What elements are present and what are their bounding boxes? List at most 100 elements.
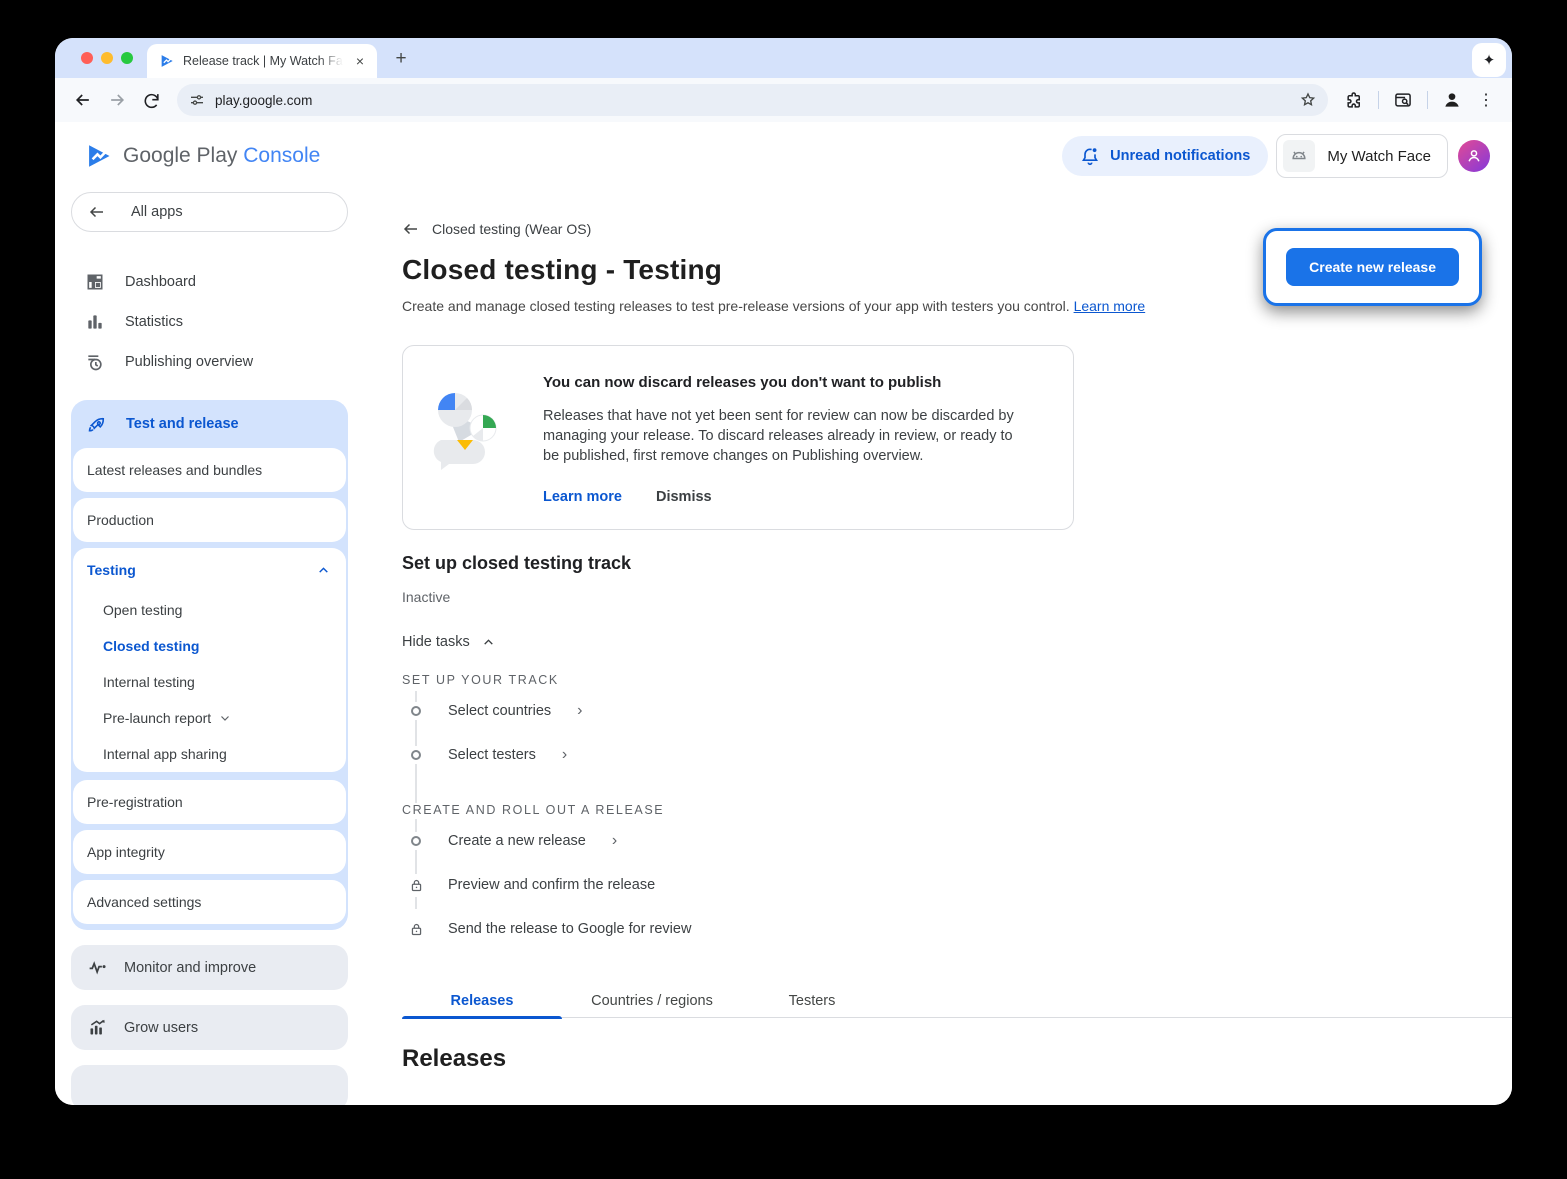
search-tabs-icon[interactable] [1389, 86, 1417, 114]
profile-icon[interactable] [1438, 86, 1466, 114]
section-label-create-release: CREATE AND ROLL OUT A RELEASE [402, 803, 676, 819]
growth-chart-icon [87, 1017, 108, 1038]
page-content: All apps Dashboard Statistics Publishing… [55, 190, 1512, 1105]
create-new-release-button[interactable]: Create new release [1286, 248, 1459, 286]
sidebar-item-testing[interactable]: Testing [73, 548, 346, 592]
releases-heading: Releases [402, 1045, 1478, 1073]
rocket-icon [87, 414, 108, 435]
sidebar-item-production[interactable]: Production [73, 498, 346, 542]
sidebar-item-monitor-and-improve[interactable]: Monitor and improve [71, 945, 348, 990]
forward-icon[interactable] [103, 86, 131, 114]
browser-toolbar: play.google.com ⋮ [55, 78, 1512, 122]
step-circle-icon [408, 746, 424, 764]
sidebar-item-closed-testing[interactable]: Closed testing [73, 628, 346, 664]
notice-body: Releases that have not yet been sent for… [543, 406, 1025, 466]
sidebar-item-internal-testing[interactable]: Internal testing [73, 664, 346, 700]
chevron-up-icon [317, 564, 330, 577]
chevron-right-icon: › [577, 702, 582, 720]
sidebar-item-latest-releases[interactable]: Latest releases and bundles [73, 448, 346, 492]
window-controls [81, 52, 133, 64]
maximize-window-button[interactable] [121, 52, 133, 64]
sidebar-item-open-testing[interactable]: Open testing [73, 592, 346, 628]
abstract-bubbles-illustration [431, 368, 503, 505]
notification-bell-icon [1080, 146, 1100, 166]
testing-card: Testing Open testing Closed testing Inte… [73, 548, 346, 772]
sidebar-item-statistics[interactable]: Statistics [71, 302, 364, 342]
step-select-countries[interactable]: Select countries › [402, 689, 1478, 733]
chevron-right-icon: › [612, 832, 617, 850]
play-console-logo-icon [85, 142, 113, 170]
close-tab-icon[interactable]: × [351, 52, 369, 70]
play-console-logo[interactable]: Google Play Console [85, 142, 320, 170]
minimize-window-button[interactable] [101, 52, 113, 64]
notice-learn-more-link[interactable]: Learn more [543, 489, 622, 505]
pulse-icon [87, 957, 108, 978]
statistics-icon [85, 312, 105, 332]
test-and-release-section: Test and release Latest releases and bun… [71, 400, 348, 930]
chevron-down-icon [219, 712, 231, 724]
sidebar-item-internal-app-sharing[interactable]: Internal app sharing [73, 736, 346, 772]
tab-testers[interactable]: Testers [742, 983, 882, 1018]
create-release-highlight: Create new release [1263, 228, 1482, 306]
lock-icon [408, 874, 424, 897]
tab-countries-regions[interactable]: Countries / regions [562, 983, 742, 1018]
back-arrow-icon [88, 203, 106, 221]
sidebar-item-publishing-overview[interactable]: Publishing overview [71, 342, 364, 382]
extensions-icon[interactable] [1340, 86, 1368, 114]
setup-timeline: SET UP YOUR TRACK Select countries › Sel… [402, 671, 1478, 951]
new-tab-button[interactable]: + [389, 47, 413, 71]
app-switcher-button[interactable]: My Watch Face [1276, 134, 1448, 178]
publishing-overview-icon [85, 352, 105, 372]
url-text[interactable]: play.google.com [215, 93, 1284, 108]
notice-content: You can now discard releases you don't w… [543, 368, 1025, 505]
learn-more-link[interactable]: Learn more [1074, 298, 1146, 314]
unread-notifications-button[interactable]: Unread notifications [1062, 136, 1268, 176]
sidebar-item-partial[interactable] [71, 1065, 348, 1105]
site-settings-icon[interactable] [189, 92, 205, 108]
sidebar-item-dashboard[interactable]: Dashboard [71, 262, 364, 302]
step-preview-release: Preview and confirm the release [402, 863, 1478, 907]
main-panel: Closed testing (Wear OS) Closed testing … [364, 190, 1512, 1105]
step-select-testers[interactable]: Select testers › [402, 733, 1478, 777]
dashboard-icon [85, 272, 105, 292]
address-bar[interactable]: play.google.com [177, 84, 1328, 116]
step-create-new-release[interactable]: Create a new release › [402, 819, 1478, 863]
notice-title: You can now discard releases you don't w… [543, 374, 1025, 391]
browser-menu-icon[interactable]: ⋮ [1472, 86, 1500, 114]
close-window-button[interactable] [81, 52, 93, 64]
android-icon [1283, 140, 1315, 172]
reload-icon[interactable] [137, 86, 165, 114]
notice-dismiss-button[interactable]: Dismiss [656, 489, 712, 505]
chevron-right-icon: › [562, 746, 567, 764]
sidebar-item-pre-registration[interactable]: Pre-registration [73, 780, 346, 824]
tab-releases[interactable]: Releases [402, 983, 562, 1018]
track-setup-heading: Set up closed testing track [402, 553, 1478, 575]
step-send-for-review: Send the release to Google for review [402, 907, 1478, 951]
browser-window: Release track | My Watch Fac × + ✦ play.… [55, 38, 1512, 1105]
bookmark-star-icon[interactable] [1294, 86, 1322, 114]
play-console-header: Google Play Console Unread notifications… [55, 122, 1512, 190]
sidebar-item-pre-launch-report[interactable]: Pre-launch report [73, 700, 346, 736]
discard-releases-card: You can now discard releases you don't w… [402, 345, 1074, 530]
tab-title: Release track | My Watch Fac [183, 54, 343, 68]
back-icon[interactable] [69, 86, 97, 114]
sparkle-icon[interactable]: ✦ [1472, 43, 1506, 77]
account-avatar[interactable] [1458, 140, 1490, 172]
sidebar-item-advanced-settings[interactable]: Advanced settings [73, 880, 346, 924]
hide-tasks-toggle[interactable]: Hide tasks [402, 633, 495, 651]
sidebar-item-grow-users[interactable]: Grow users [71, 1005, 348, 1050]
sidebar: All apps Dashboard Statistics Publishing… [55, 190, 364, 1105]
all-apps-button[interactable]: All apps [71, 192, 348, 232]
screenshot-stage: Release track | My Watch Fac × + ✦ play.… [0, 0, 1567, 1179]
track-status: Inactive [402, 589, 1478, 605]
play-console-favicon [159, 53, 175, 69]
step-circle-icon [408, 832, 424, 850]
browser-tab[interactable]: Release track | My Watch Fac × [147, 44, 377, 78]
toolbar-divider [1378, 91, 1379, 109]
section-label-setup-track: SET UP YOUR TRACK [402, 673, 571, 689]
sidebar-item-test-and-release[interactable]: Test and release [71, 400, 348, 448]
sidebar-item-app-integrity[interactable]: App integrity [73, 830, 346, 874]
back-arrow-icon[interactable] [402, 220, 420, 238]
browser-tab-strip: Release track | My Watch Fac × + ✦ [55, 38, 1512, 78]
lock-icon [408, 918, 424, 941]
